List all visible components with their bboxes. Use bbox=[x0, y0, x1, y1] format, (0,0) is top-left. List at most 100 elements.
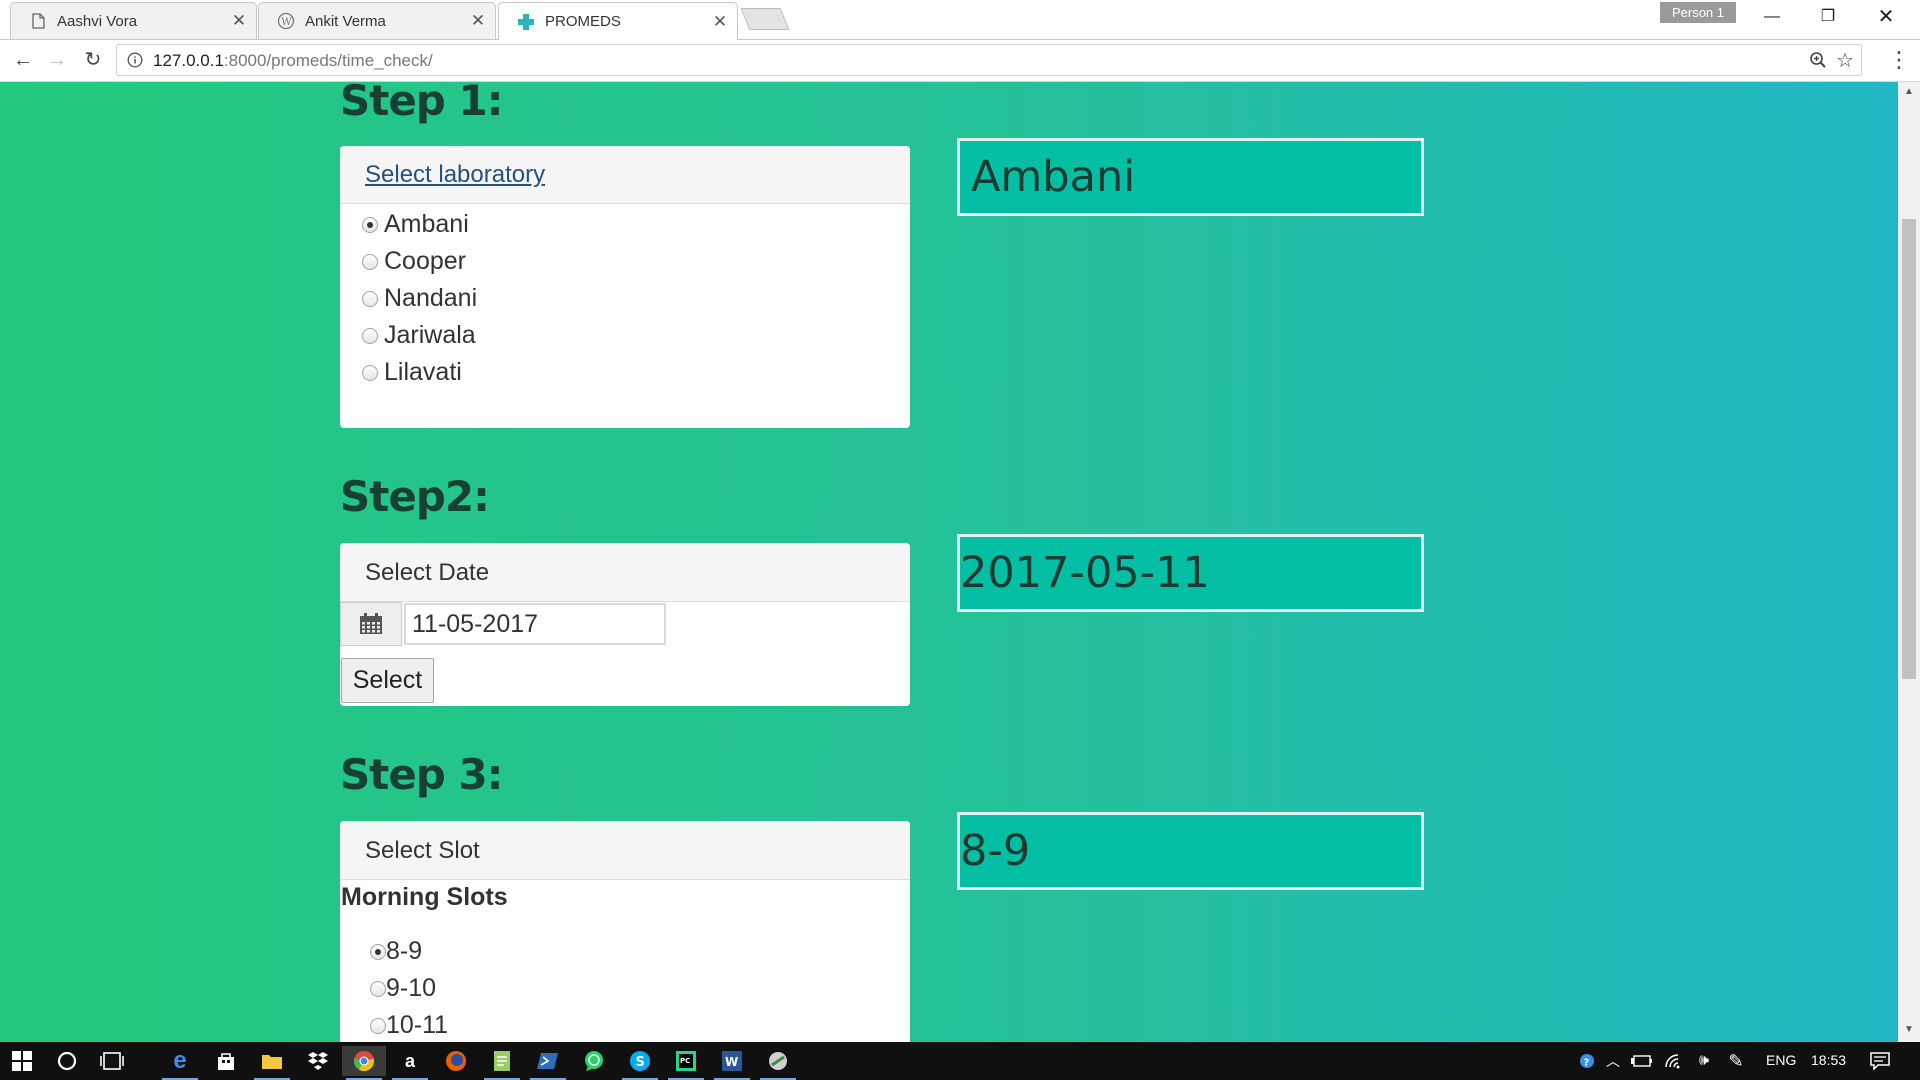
panel-heading: Select Date bbox=[340, 543, 910, 602]
step1-heading: Step 1: bbox=[340, 82, 504, 125]
language-indicator[interactable]: ENG bbox=[1766, 1052, 1796, 1068]
slot-option-9-10[interactable]: 9-10 bbox=[370, 970, 448, 1007]
calendar-icon bbox=[360, 613, 382, 634]
svg-text:W: W bbox=[725, 1055, 738, 1069]
radio-button[interactable] bbox=[362, 327, 378, 344]
pycharm-icon[interactable]: PC bbox=[664, 1046, 708, 1080]
radio-button[interactable] bbox=[362, 364, 378, 381]
zoom-icon[interactable] bbox=[1809, 51, 1827, 69]
powershell-icon[interactable] bbox=[526, 1046, 570, 1080]
option-label: Nandani bbox=[384, 284, 478, 312]
start-icon[interactable] bbox=[0, 1046, 44, 1076]
close-icon[interactable]: ✕ bbox=[465, 11, 491, 31]
tab-ankit-verma[interactable]: W Ankit Verma ✕ bbox=[258, 2, 496, 39]
bookmark-star-icon[interactable]: ☆ bbox=[1836, 48, 1854, 73]
panel-heading: Select Slot bbox=[340, 821, 910, 880]
tab-promeds[interactable]: PROMEDS ✕ bbox=[498, 2, 738, 40]
date-input[interactable] bbox=[404, 603, 666, 645]
option-label: Ambani bbox=[384, 210, 469, 238]
radio-button[interactable] bbox=[362, 253, 378, 270]
menu-icon[interactable]: ⋮ bbox=[1884, 45, 1914, 75]
close-icon[interactable]: ✕ bbox=[707, 12, 733, 32]
radio-button[interactable] bbox=[370, 1017, 386, 1034]
scroll-up-icon[interactable]: ▲ bbox=[1898, 86, 1920, 97]
amazon-icon[interactable]: a bbox=[388, 1046, 432, 1080]
slot-panel: Select Slot Morning Slots 8-9 9-10 10-11 bbox=[340, 821, 910, 1042]
store-icon[interactable] bbox=[204, 1046, 248, 1076]
tab-title: PROMEDS bbox=[545, 13, 621, 30]
slot-options: 8-9 9-10 10-11 bbox=[370, 933, 448, 1042]
volume-icon[interactable]: 🕪 bbox=[1690, 1046, 1718, 1076]
skype-icon[interactable]: S bbox=[618, 1046, 662, 1080]
select-date-button[interactable]: Select bbox=[341, 658, 434, 703]
chrome-icon[interactable] bbox=[342, 1046, 386, 1080]
info-icon[interactable] bbox=[127, 52, 143, 68]
page-scrollbar[interactable]: ▲ ▼ bbox=[1898, 82, 1920, 1042]
lab-option-ambani[interactable]: Ambani bbox=[340, 206, 910, 243]
scroll-down-icon[interactable]: ▼ bbox=[1898, 1024, 1920, 1035]
edge-icon[interactable]: e bbox=[158, 1046, 202, 1080]
close-icon[interactable]: ✕ bbox=[226, 11, 252, 31]
scroll-thumb[interactable] bbox=[1902, 219, 1916, 679]
date-panel: Select Date Select bbox=[340, 543, 910, 706]
radio-button[interactable] bbox=[362, 216, 378, 233]
lab-option-jariwala[interactable]: Jariwala bbox=[340, 317, 910, 354]
battery-icon[interactable] bbox=[1628, 1046, 1656, 1076]
slot-label: 10-11 bbox=[386, 1011, 449, 1039]
url-text: 127.0.0.1:8000/promeds/time_check/ bbox=[153, 51, 433, 71]
lab-option-nandani[interactable]: Nandani bbox=[340, 280, 910, 317]
whatsapp-icon[interactable] bbox=[572, 1046, 616, 1076]
notepad-icon[interactable] bbox=[480, 1046, 524, 1080]
tab-title: Ankit Verma bbox=[305, 12, 386, 30]
file-explorer-icon[interactable] bbox=[250, 1046, 294, 1080]
svg-text:S: S bbox=[636, 1055, 645, 1070]
radio-button[interactable] bbox=[370, 943, 386, 960]
app-icon[interactable] bbox=[756, 1046, 800, 1080]
wifi-icon[interactable] bbox=[1660, 1046, 1688, 1076]
dropbox-icon[interactable] bbox=[296, 1046, 340, 1076]
radio-button[interactable] bbox=[370, 980, 386, 997]
close-window-icon[interactable]: ✕ bbox=[1858, 0, 1914, 34]
page-icon bbox=[32, 13, 45, 29]
profile-badge[interactable]: Person 1 bbox=[1660, 2, 1736, 23]
svg-text:W: W bbox=[281, 17, 292, 28]
clock[interactable]: 18:53 bbox=[1811, 1052, 1846, 1068]
url-path: :8000/promeds/time_check/ bbox=[223, 51, 433, 70]
lab-option-cooper[interactable]: Cooper bbox=[340, 243, 910, 280]
radio-button[interactable] bbox=[362, 290, 378, 307]
calendar-addon[interactable] bbox=[340, 602, 402, 646]
address-bar[interactable]: 127.0.0.1:8000/promeds/time_check/ ☆ bbox=[116, 44, 1862, 76]
step3-heading: Step 3: bbox=[340, 750, 504, 799]
windows-taskbar: e a S PC W ? ︿ 🕪 ✎ ENG 18:53 bbox=[0, 1042, 1920, 1080]
pen-icon[interactable]: ✎ bbox=[1722, 1046, 1750, 1076]
reload-icon[interactable]: ↻ bbox=[78, 45, 108, 75]
cortana-icon[interactable] bbox=[45, 1046, 89, 1076]
task-view-icon[interactable] bbox=[90, 1046, 134, 1076]
slot-option-10-11[interactable]: 10-11 bbox=[370, 1007, 448, 1042]
new-tab-button[interactable] bbox=[740, 8, 790, 30]
restore-icon[interactable]: ❐ bbox=[1800, 0, 1856, 34]
forward-icon[interactable]: → bbox=[42, 45, 72, 75]
slot-option-8-9[interactable]: 8-9 bbox=[370, 933, 448, 970]
wordpress-icon: W bbox=[277, 12, 295, 30]
minimize-icon[interactable]: — bbox=[1744, 0, 1800, 34]
notifications-icon[interactable] bbox=[1858, 1046, 1902, 1076]
laboratory-panel: Select laboratory Ambani Cooper Nandani … bbox=[340, 146, 910, 428]
page-content: Step 1: Select laboratory Ambani Cooper … bbox=[0, 82, 1898, 1042]
medical-cross-icon bbox=[518, 13, 534, 30]
option-label: Jariwala bbox=[384, 321, 476, 349]
back-icon[interactable]: ← bbox=[8, 45, 38, 75]
option-label: Lilavati bbox=[384, 358, 462, 386]
help-icon[interactable]: ? bbox=[1574, 1046, 1600, 1076]
word-icon[interactable]: W bbox=[710, 1046, 754, 1080]
tab-aashvi-vora[interactable]: Aashvi Vora ✕ bbox=[10, 2, 257, 39]
lab-option-lilavati[interactable]: Lilavati bbox=[340, 354, 910, 391]
browser-tab-bar: Aashvi Vora ✕ W Ankit Verma ✕ PROMEDS ✕ … bbox=[0, 0, 1920, 40]
chevron-up-icon[interactable]: ︿ bbox=[1600, 1046, 1626, 1076]
panel-heading: Select laboratory bbox=[340, 146, 910, 204]
browser-toolbar: ← → ↻ 127.0.0.1:8000/promeds/time_check/… bbox=[0, 40, 1920, 82]
svg-text:PC: PC bbox=[680, 1057, 690, 1065]
firefox-icon[interactable] bbox=[434, 1046, 478, 1076]
svg-text:?: ? bbox=[1584, 1058, 1590, 1069]
select-laboratory-link[interactable]: Select laboratory bbox=[365, 161, 545, 188]
